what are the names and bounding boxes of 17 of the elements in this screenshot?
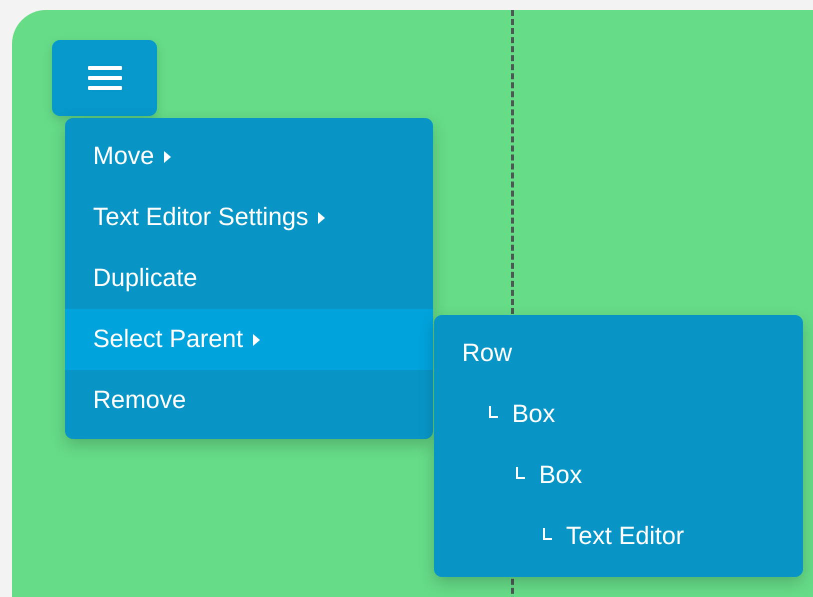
menu-item[interactable]: Remove bbox=[65, 370, 433, 431]
menu-item[interactable]: Move bbox=[65, 126, 433, 187]
menu-item[interactable]: Select Parent bbox=[65, 309, 433, 370]
tree-branch-icon bbox=[516, 466, 525, 478]
caret-icon bbox=[164, 150, 172, 162]
menu-button[interactable] bbox=[52, 40, 157, 116]
parent-menu-item[interactable]: Box bbox=[434, 445, 803, 506]
parent-menu-item[interactable]: Row bbox=[434, 323, 803, 384]
tree-branch-icon bbox=[489, 406, 498, 418]
parent-menu-item[interactable]: Text Editor bbox=[434, 506, 803, 567]
parent-menu-item[interactable]: Box bbox=[434, 384, 803, 445]
menu-item[interactable]: Text Editor Settings bbox=[65, 187, 433, 248]
menu-item[interactable]: Duplicate bbox=[65, 248, 433, 309]
tree-branch-icon bbox=[543, 528, 552, 540]
caret-icon bbox=[253, 334, 260, 346]
caret-icon bbox=[318, 212, 326, 224]
menu-icon bbox=[88, 64, 122, 92]
